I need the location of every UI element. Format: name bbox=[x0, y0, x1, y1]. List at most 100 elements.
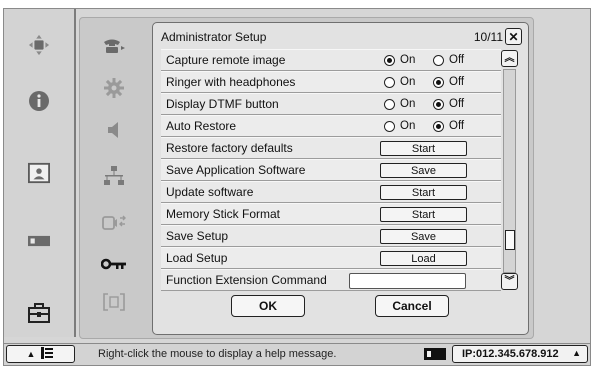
nav-card-button[interactable] bbox=[4, 213, 74, 269]
sub-navigation bbox=[80, 18, 148, 338]
update-software-start-button[interactable]: Start bbox=[380, 185, 467, 200]
setting-label: Update software bbox=[166, 185, 254, 199]
setting-row-update-software: Update software Start bbox=[161, 181, 501, 203]
up-triangle-icon: ▲ bbox=[572, 348, 581, 358]
scrollbar-thumb[interactable] bbox=[505, 230, 515, 250]
dialog-header: Administrator Setup 10/11 bbox=[161, 27, 503, 47]
setting-row-restore-factory-defaults: Restore factory defaults Start bbox=[161, 137, 501, 159]
radio-on[interactable]: On bbox=[384, 54, 415, 66]
radio-circle bbox=[433, 120, 444, 132]
double-chevron-down-icon: ︾ bbox=[504, 275, 515, 287]
card-icon bbox=[28, 230, 50, 252]
radio-label: Off bbox=[449, 54, 465, 66]
radio-label: Off bbox=[449, 76, 465, 88]
setting-row-load-setup: Load Setup Load bbox=[161, 247, 501, 269]
ip-address-selector[interactable]: IP:012.345.678.912 ▲ bbox=[452, 345, 588, 363]
network-icon bbox=[103, 165, 125, 189]
setting-label: Save Application Software bbox=[166, 163, 306, 177]
close-icon: ✕ bbox=[508, 29, 519, 44]
memory-stick-format-start-button[interactable]: Start bbox=[380, 207, 467, 222]
subnav-camera-button[interactable] bbox=[80, 206, 148, 244]
key-icon bbox=[100, 258, 127, 273]
info-icon bbox=[28, 90, 50, 112]
picture-icon bbox=[28, 162, 50, 184]
subnav-security-button[interactable] bbox=[80, 246, 148, 284]
setting-row-save-setup: Save Setup Save bbox=[161, 225, 501, 247]
setting-row-function-extension-command: Function Extension Command bbox=[161, 269, 501, 291]
setting-label: Capture remote image bbox=[166, 53, 286, 67]
menu-list-icon bbox=[40, 346, 54, 363]
radio-circle bbox=[384, 98, 395, 110]
subnav-audio-button[interactable] bbox=[80, 112, 148, 150]
settings-list: Capture remote image On Off Ringer with … bbox=[161, 49, 501, 291]
radio-label: On bbox=[400, 120, 416, 132]
speaker-icon bbox=[106, 121, 122, 142]
page-indicator: 10/11 bbox=[473, 30, 503, 44]
scroll-up-button[interactable]: ︽ bbox=[501, 50, 518, 67]
setting-row-auto-restore: Auto Restore On Off bbox=[161, 115, 501, 137]
subnav-phone-button[interactable] bbox=[80, 28, 148, 66]
dialog-footer: OK Cancel bbox=[153, 294, 530, 328]
setting-label: Memory Stick Format bbox=[166, 207, 281, 221]
radio-circle bbox=[433, 76, 444, 88]
ok-button[interactable]: OK bbox=[231, 295, 305, 317]
menu-toggle-button[interactable]: ▲ bbox=[6, 345, 75, 363]
restore-defaults-start-button[interactable]: Start bbox=[380, 141, 467, 156]
radio-label: Off bbox=[449, 120, 465, 132]
setting-row-ringer-with-headphones: Ringer with headphones On Off bbox=[161, 71, 501, 93]
function-extension-command-input[interactable] bbox=[349, 273, 466, 289]
setting-row-display-dtmf-button: Display DTMF button On Off bbox=[161, 93, 501, 115]
radio-circle bbox=[433, 98, 444, 110]
radio-circle bbox=[384, 120, 395, 132]
radio-label: On bbox=[400, 98, 416, 110]
radio-off[interactable]: Off bbox=[433, 98, 464, 110]
radio-on[interactable]: On bbox=[384, 120, 415, 132]
help-hint-text: Right-click the mouse to display a help … bbox=[98, 348, 337, 360]
radio-off[interactable]: Off bbox=[433, 54, 464, 66]
radio-label: On bbox=[400, 76, 416, 88]
radio-circle bbox=[384, 76, 395, 88]
up-triangle-icon: ▲ bbox=[26, 349, 36, 359]
move-cross-icon bbox=[28, 34, 50, 56]
app-frame: Administrator Setup 10/11 ✕ Capture remo… bbox=[3, 8, 591, 366]
bracket-icon bbox=[102, 292, 126, 314]
save-application-software-button[interactable]: Save bbox=[380, 163, 467, 178]
setting-label: Restore factory defaults bbox=[166, 141, 293, 155]
status-bar: ▲ Right-click the mouse to display a hel… bbox=[4, 343, 590, 365]
scroll-down-button[interactable]: ︾ bbox=[501, 273, 518, 290]
setting-row-capture-remote-image: Capture remote image On Off bbox=[161, 49, 501, 71]
radio-off[interactable]: Off bbox=[433, 76, 464, 88]
save-setup-button[interactable]: Save bbox=[380, 229, 467, 244]
nav-move-button[interactable] bbox=[4, 17, 74, 73]
setting-label: Auto Restore bbox=[166, 119, 237, 133]
radio-circle bbox=[433, 54, 444, 66]
camera-switch-icon bbox=[102, 215, 126, 236]
dialog-title: Administrator Setup bbox=[161, 30, 267, 44]
nav-picture-button[interactable] bbox=[4, 145, 74, 201]
setting-row-save-application-software: Save Application Software Save bbox=[161, 159, 501, 181]
setting-label: Save Setup bbox=[166, 229, 229, 243]
ip-address: IP:012.345.678.912 bbox=[462, 348, 559, 360]
setting-label: Ringer with headphones bbox=[166, 75, 296, 89]
cancel-button[interactable]: Cancel bbox=[375, 295, 449, 317]
phone-icon bbox=[102, 38, 126, 57]
subnav-settings-button[interactable] bbox=[80, 70, 148, 108]
radio-on[interactable]: On bbox=[384, 76, 415, 88]
subnav-display-button[interactable] bbox=[80, 284, 148, 322]
administrator-setup-dialog: Administrator Setup 10/11 ✕ Capture remo… bbox=[152, 22, 529, 335]
nav-toolbox-button[interactable] bbox=[4, 285, 74, 341]
radio-off[interactable]: Off bbox=[433, 120, 464, 132]
scrollbar-track[interactable] bbox=[503, 69, 516, 273]
load-setup-button[interactable]: Load bbox=[380, 251, 467, 266]
gear-icon bbox=[104, 77, 124, 101]
subnav-network-button[interactable] bbox=[80, 158, 148, 196]
double-chevron-up-icon: ︽ bbox=[504, 52, 515, 64]
setting-label: Load Setup bbox=[166, 251, 228, 265]
memory-card-icon bbox=[424, 348, 446, 363]
close-button[interactable]: ✕ bbox=[505, 28, 522, 45]
radio-circle bbox=[384, 54, 395, 66]
content-panel: Administrator Setup 10/11 ✕ Capture remo… bbox=[79, 17, 534, 339]
nav-info-button[interactable] bbox=[4, 73, 74, 129]
radio-on[interactable]: On bbox=[384, 98, 415, 110]
radio-label: On bbox=[400, 54, 416, 66]
